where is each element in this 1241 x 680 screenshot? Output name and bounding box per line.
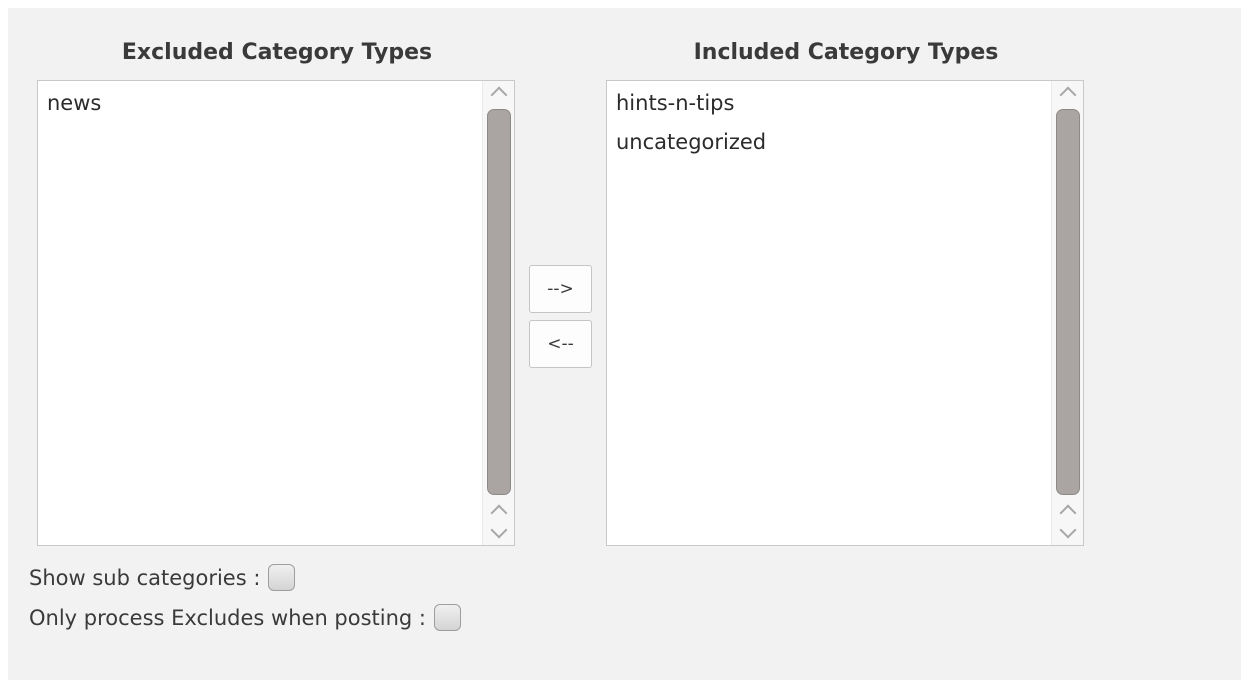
included-category-list[interactable]: hints-n-tips uncategorized <box>606 80 1084 546</box>
chevron-up-icon[interactable] <box>487 501 511 522</box>
only-process-excludes-checkbox[interactable] <box>434 604 462 631</box>
show-sub-categories-checkbox[interactable] <box>268 564 296 591</box>
included-scrollbar[interactable] <box>1051 81 1083 545</box>
list-item[interactable]: news <box>47 84 473 123</box>
move-to-included-button[interactable]: --> <box>529 265 592 313</box>
list-item[interactable]: hints-n-tips <box>616 84 1042 123</box>
show-sub-categories-label: Show sub categories : <box>29 565 261 590</box>
move-to-excluded-button[interactable]: <-- <box>529 320 592 368</box>
scroll-thumb[interactable] <box>487 109 511 495</box>
chevron-up-icon[interactable] <box>1056 501 1080 522</box>
only-process-excludes-label: Only process Excludes when posting : <box>29 605 427 630</box>
chevron-up-icon[interactable] <box>1056 83 1080 104</box>
scroll-thumb[interactable] <box>1056 109 1080 495</box>
chevron-up-icon[interactable] <box>487 83 511 104</box>
excluded-heading: Excluded Category Types <box>121 40 433 65</box>
excluded-category-list[interactable]: news <box>37 80 515 546</box>
chevron-down-icon[interactable] <box>487 521 511 541</box>
only-process-excludes-option: Only process Excludes when posting : <box>29 604 462 631</box>
excluded-scrollbar[interactable] <box>482 81 514 545</box>
excluded-items: news <box>38 81 482 545</box>
included-items: hints-n-tips uncategorized <box>607 81 1051 545</box>
list-item[interactable]: uncategorized <box>616 123 1042 162</box>
show-sub-categories-option: Show sub categories : <box>29 564 296 591</box>
chevron-down-icon[interactable] <box>1056 521 1080 541</box>
included-heading: Included Category Types <box>693 40 999 65</box>
